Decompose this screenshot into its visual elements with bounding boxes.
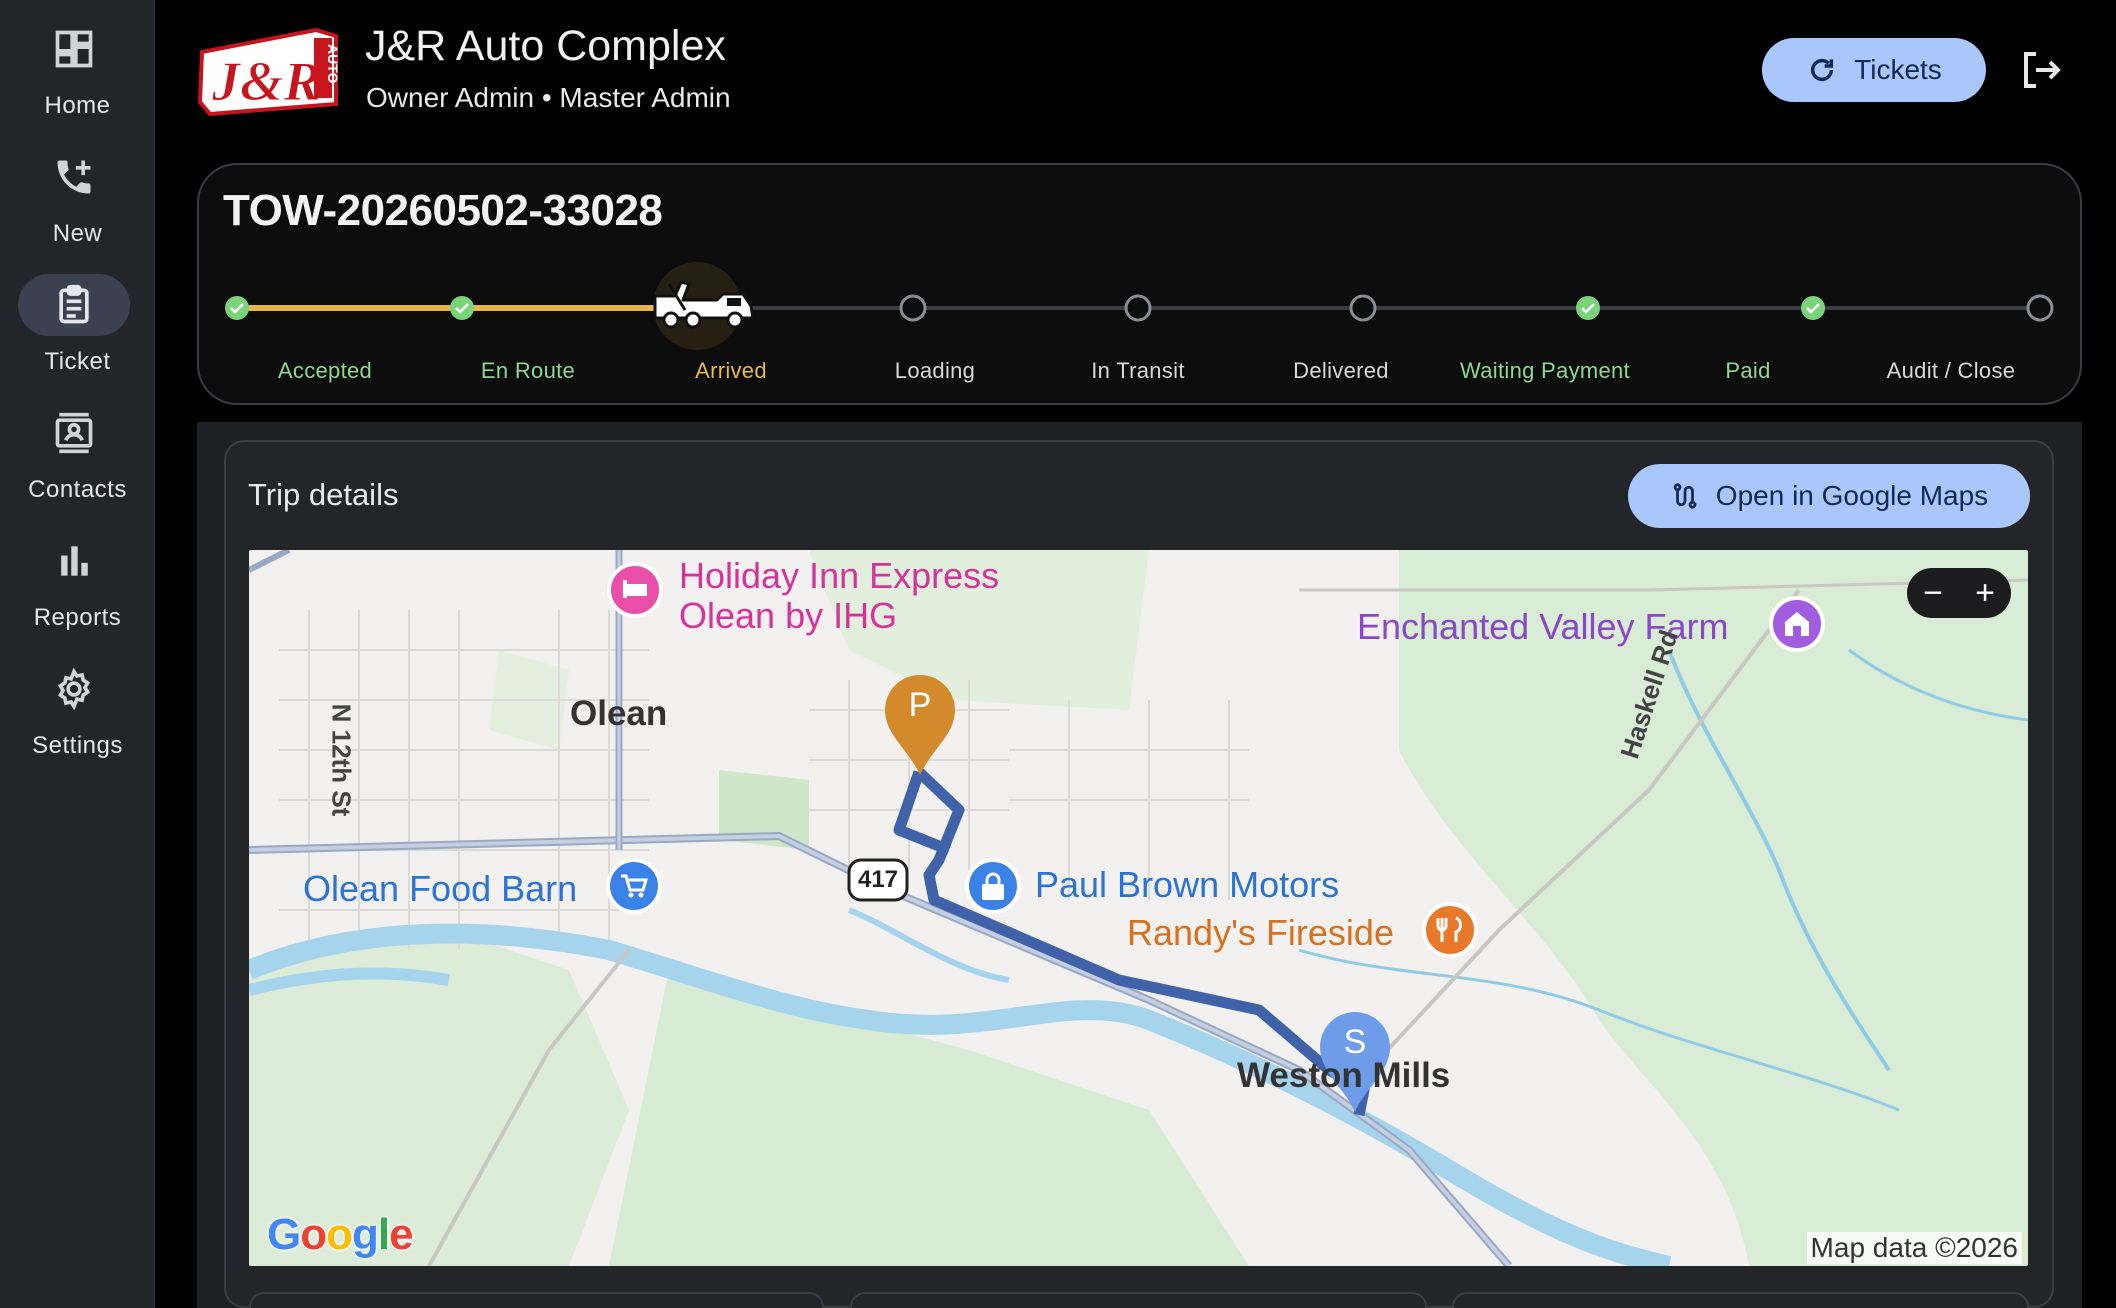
restaurant-poi-icon (1422, 902, 1478, 958)
map-label-olean: Olean (570, 694, 668, 733)
map-attribution[interactable]: Map data ©2026 (1806, 1232, 2022, 1264)
dashboard-icon (18, 18, 130, 80)
sidebar-item-label: Reports (33, 604, 122, 631)
sidebar-item-reports[interactable]: Reports (0, 522, 155, 642)
sidebar-item-contacts[interactable]: Contacts (0, 394, 155, 514)
clipboard-icon (18, 274, 130, 336)
sidebar-item-settings[interactable]: Settings (0, 650, 155, 770)
ticket-id: TOW-20260502-33028 (223, 186, 663, 235)
map-label-randys-fireside: Randy's Fireside (1127, 912, 1394, 953)
logout-icon[interactable] (2016, 46, 2064, 94)
detail-card-1 (249, 1292, 824, 1308)
sidebar-item-label: Home (44, 92, 111, 119)
sidebar-item-label: Settings (32, 732, 123, 759)
start-marker-label: S (1343, 1023, 1367, 1061)
map-label-olean-food-barn: Olean Food Barn (303, 868, 578, 909)
tow-truck-icon (653, 262, 755, 350)
pickup-marker-label: P (908, 686, 932, 724)
contacts-icon (18, 402, 130, 464)
sidebar-item-ticket[interactable]: Ticket (0, 266, 155, 386)
shopping-cart-poi-icon (606, 858, 662, 914)
step-dot-in-transit (1124, 294, 1152, 322)
step-label-delivered[interactable]: Delivered (1231, 358, 1451, 384)
app-title: J&R Auto Complex (365, 22, 726, 70)
step-label-loading[interactable]: Loading (825, 358, 1045, 384)
attraction-poi-icon (1769, 596, 1825, 652)
svg-text:J&R: J&R (211, 51, 321, 113)
step-dot-en-route (450, 296, 474, 320)
step-dot-audit-close (2026, 294, 2054, 322)
step-dot-paid (1801, 296, 1825, 320)
step-label-in-transit[interactable]: In Transit (1028, 358, 1248, 384)
map-label-holiday-inn: Holiday Inn Express Olean by IHG (679, 555, 1000, 636)
step-dot-waiting-payment (1576, 296, 1600, 320)
sidebar-item-home[interactable]: Home (0, 10, 155, 130)
step-label-en-route[interactable]: En Route (418, 358, 638, 384)
map-zoom-control: − + (1907, 568, 2011, 618)
zoom-in-button[interactable]: + (1963, 568, 2007, 618)
open-google-maps-button[interactable]: Open in Google Maps (1628, 464, 2030, 528)
refresh-icon (1811, 58, 1834, 82)
step-label-waiting-payment[interactable]: Waiting Payment (1435, 358, 1655, 384)
gear-icon (18, 658, 130, 720)
open-google-maps-label: Open in Google Maps (1715, 480, 1989, 511)
tickets-refresh-button[interactable]: Tickets (1762, 38, 1986, 102)
step-label-paid[interactable]: Paid (1638, 358, 1858, 384)
sidebar-item-label: Ticket (44, 348, 111, 375)
user-role-subtitle: Owner Admin • Master Admin (366, 82, 731, 113)
trip-details-title: Trip details (248, 477, 399, 512)
map-label-route-417: 417 (857, 866, 899, 893)
route-icon (1673, 483, 1697, 509)
step-label-accepted[interactable]: Accepted (215, 358, 435, 384)
bar-chart-icon (18, 530, 130, 592)
zoom-out-button[interactable]: − (1911, 568, 1955, 618)
step-dot-loading (899, 294, 927, 322)
shopping-bag-poi-icon (965, 858, 1021, 914)
sidebar-item-new[interactable]: New (0, 138, 155, 258)
detail-card-2 (850, 1292, 1427, 1308)
step-label-arrived[interactable]: Arrived (621, 358, 841, 384)
step-dot-delivered (1349, 294, 1377, 322)
company-logo: J&R AUTO (196, 22, 342, 118)
trip-map[interactable]: Holiday Inn Express Olean by IHG Olean N… (249, 550, 2028, 1266)
map-label-weston-mills: Weston Mills (1237, 1056, 1451, 1095)
step-dot-accepted (225, 296, 249, 320)
google-logo: Google (267, 1210, 414, 1259)
tickets-button-label: Tickets (1854, 54, 1942, 85)
map-label-paul-brown-motors: Paul Brown Motors (1035, 864, 1340, 905)
detail-card-3 (1452, 1292, 2029, 1308)
hotel-poi-icon (607, 562, 663, 618)
sidebar-item-label: Contacts (28, 476, 127, 503)
sidebar-item-label: New (52, 220, 103, 247)
status-progress-track (225, 262, 2054, 350)
step-label-audit-close[interactable]: Audit / Close (1841, 358, 2061, 384)
phone-add-icon (18, 146, 130, 208)
sidebar-nav: Home New Ticket Contacts Reports Setting… (0, 0, 155, 1308)
map-label-n-12th-st: N 12th St (326, 703, 357, 817)
svg-text:AUTO: AUTO (325, 44, 341, 84)
